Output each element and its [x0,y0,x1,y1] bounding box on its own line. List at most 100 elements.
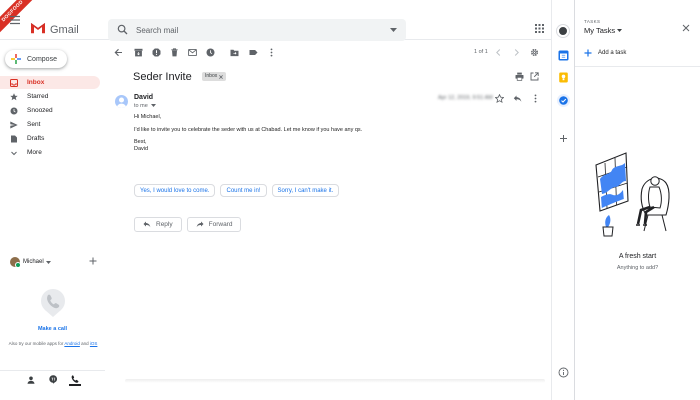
new-conversation-plus-icon[interactable] [89,257,97,265]
keep-app-icon[interactable] [558,72,569,83]
reply-arrow-icon [143,221,151,228]
reply-forward-actions: Reply Forward [134,217,242,232]
move-to-folder-icon[interactable] [230,48,239,57]
chevron-down-icon [617,29,623,32]
archive-icon[interactable] [134,48,143,57]
avatar [10,257,21,268]
smart-reply-yes[interactable]: Yes, I would love to come. [134,184,216,197]
inbox-icon [10,78,18,87]
chevron-right-icon[interactable] [512,48,521,57]
inbox-label-chip[interactable]: Inbox [202,72,227,81]
message-view: 1 of 1 Seder Invite Inbox David to me Ap… [105,40,551,400]
contacts-tab-person-icon[interactable] [25,374,37,386]
search-options-caret-icon[interactable] [390,28,397,32]
account-avatar[interactable] [557,25,569,37]
email-paragraph: I'd like to invite you to celebrate the … [134,126,363,133]
mobile-apps-note: Also try our mobile apps for Android and… [8,341,98,347]
email-greeting: Hi Michael, [134,114,162,120]
close-icon[interactable] [219,74,224,79]
search-icon[interactable] [117,24,128,35]
apps-grid-icon[interactable] [535,24,544,33]
compose-button[interactable]: Compose [5,50,67,68]
forward-button[interactable]: Forward [186,217,242,232]
smart-reply-sorry[interactable]: Sorry, I can't make it. [271,184,340,197]
search-bar[interactable] [108,19,406,41]
sidebar-item-label: Inbox [27,79,45,86]
email-body: Hi Michael, I'd like to invite you to ce… [134,114,514,158]
recipient-details-caret-icon[interactable] [151,104,157,108]
hangouts-user[interactable]: Michael [10,256,100,268]
sidebar-item-label: Starred [27,93,49,100]
sidebar-item-inbox[interactable]: Inbox [0,76,100,89]
sidebar-item-label: Sent [27,121,41,128]
tasks-divider [575,66,700,67]
message-timestamp: Apr 12, 2019, 9:51 AM [438,95,493,101]
back-arrow-icon[interactable] [114,48,123,57]
mark-unread-envelope-icon[interactable] [188,48,197,57]
forward-arrow-icon [196,221,204,228]
report-spam-icon[interactable] [152,48,161,57]
snooze-clock-icon[interactable] [206,48,215,57]
scroll-shadow [125,379,545,383]
more-vert-icon[interactable] [531,94,540,103]
star-outline-icon[interactable] [495,94,504,103]
sidebar-item-label: Snoozed [27,107,53,114]
compose-label: Compose [27,55,57,63]
recipient-line[interactable]: to me [134,103,157,109]
sidebar-item-starred[interactable]: Starred [0,90,100,103]
phone-call-illustration-icon [40,288,66,318]
pagination-count: 1 of 1 [474,49,488,55]
gmail-wordmark[interactable]: Gmail [50,24,79,36]
gmail-logo-icon[interactable] [30,22,46,34]
make-a-call-link[interactable]: Make a call [0,326,105,332]
sidebar-item-drafts[interactable]: Drafts [0,132,100,145]
hangouts-user-name: Michael [23,259,44,265]
chevron-left-icon[interactable] [494,48,503,57]
conversations-tab-quote-icon[interactable] [47,374,59,386]
smart-replies: Yes, I would love to come. Count me in! … [134,184,340,197]
main-menu-icon[interactable] [8,13,22,27]
calendar-app-icon[interactable] [558,50,569,61]
tasks-app-icon[interactable] [557,94,570,107]
trash-icon[interactable] [170,48,179,57]
sidebar-item-sent[interactable]: Sent [0,118,100,131]
info-circle-icon[interactable] [558,367,569,378]
reply-label: Reply [156,221,173,228]
left-sidebar: Compose Inbox Starred Snoozed Sent Draft… [0,40,105,400]
label-tag-icon[interactable] [249,48,258,57]
sidebar-item-more[interactable]: More [0,146,100,159]
draft-icon [10,135,18,143]
tasks-panel: TASKS My Tasks Add a task A fresh start … [575,0,700,400]
chevron-down-icon [10,149,18,157]
top-bar: DOGFOOD Gmail [0,0,551,41]
task-list-selector[interactable]: My Tasks [584,26,623,35]
smart-reply-count-me-in[interactable]: Count me in! [220,184,267,197]
star-icon [10,92,18,101]
sender-name[interactable]: David [134,94,153,101]
search-input[interactable] [136,22,376,38]
compose-plus-icon [11,54,21,64]
sender-avatar[interactable] [115,95,128,108]
recipient-text: to me [134,103,148,109]
sidebar-item-snoozed[interactable]: Snoozed [0,104,100,117]
more-vert-icon[interactable] [267,48,276,57]
phone-tab-phone-icon[interactable] [68,374,81,386]
open-in-new-window-icon[interactable] [530,72,539,81]
ios-link[interactable]: iOS [90,341,98,346]
settings-gear-icon[interactable] [530,48,539,57]
close-icon[interactable] [682,24,690,32]
message-toolbar: 1 of 1 [105,40,551,64]
hangouts-tabs [0,370,105,386]
reply-button[interactable]: Reply [134,217,182,232]
get-addons-plus-icon[interactable] [558,133,569,144]
android-link[interactable]: Android [64,341,80,346]
print-icon[interactable] [515,72,524,81]
person-at-window-illustration-icon [592,145,687,240]
mobile-note-and: and [79,341,90,346]
mailbox-nav: Inbox Starred Snoozed Sent Drafts More [0,76,100,160]
reply-arrow-icon[interactable] [513,94,522,103]
add-task-button[interactable]: Add a task [584,49,626,57]
sidebar-item-label: More [27,149,42,156]
send-icon [10,121,18,129]
task-list-title: My Tasks [584,26,616,35]
